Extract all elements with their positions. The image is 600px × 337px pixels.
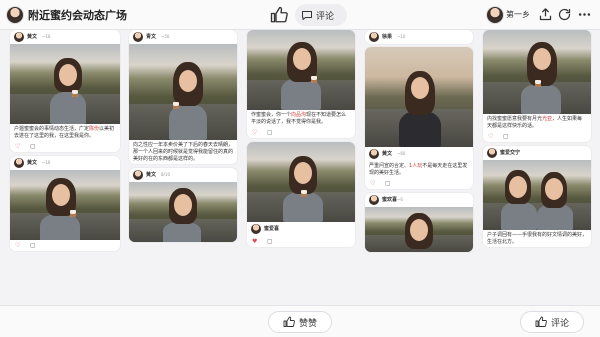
post-photo[interactable] <box>129 44 237 140</box>
highlight-text: 光亚 <box>542 116 553 122</box>
post-card[interactable]: 蜜欢喜 ~6 <box>365 193 473 252</box>
comment-icon[interactable]: ▢ <box>30 242 36 249</box>
feed-column: 内找蜜蜜愿意我要有月光光亚，人生如果每天都是这样快乐的话。 ♡ ▢ 蜜爱交宁 户… <box>483 30 591 251</box>
author-name[interactable]: 黄文 <box>382 150 392 157</box>
post-photo[interactable] <box>247 30 355 110</box>
author-name[interactable]: 黄文 <box>27 159 37 166</box>
post-time: ~16 <box>42 159 51 165</box>
avatar[interactable] <box>6 6 24 24</box>
user-avatar[interactable] <box>486 6 504 24</box>
avatar[interactable] <box>14 32 24 42</box>
post-card[interactable]: 黄文 8/10 <box>129 168 237 242</box>
post-text: 户子调回有——手很我有的好文情调的美好，生活在北方。 <box>487 232 588 245</box>
post-text: 作蜜蜜会，你一个向品沟现在不知道要怎么平淡的说话了，我不觉得你是我。 <box>251 112 347 125</box>
heart-icon[interactable]: ♡ <box>15 143 20 150</box>
comment-icon[interactable]: ▢ <box>267 129 273 136</box>
like-label: 赞赞 <box>298 318 317 329</box>
post-card[interactable]: 徐果 ~10 <box>365 30 473 44</box>
post-card[interactable]: 蜜爱交宁 户子调回有——手很我有的好文情调的美好，生活在北方。 <box>483 146 591 247</box>
comment-button[interactable]: 评论 <box>295 4 347 26</box>
heart-icon[interactable]: ♡ <box>370 180 375 187</box>
post-text: 内找蜜蜜愿意我要有月光光亚，人生如果每天都是这样快乐的话。 <box>487 116 583 129</box>
avatar[interactable] <box>369 32 379 42</box>
more-icon[interactable] <box>577 7 592 22</box>
avatar[interactable] <box>133 32 143 42</box>
post-photo[interactable] <box>365 47 473 147</box>
post-actions: ♡ ▢ <box>10 141 120 152</box>
post-time: ~60 <box>397 150 406 156</box>
comment-label: 评论 <box>316 11 335 22</box>
user-name[interactable]: 第一乡 <box>506 9 530 20</box>
avatar[interactable] <box>133 170 143 180</box>
feed[interactable]: 黄文 ~16 户遛蜜蜜会的事情动态生活，广定陈份以美初去遂在了这里的我，在这里我… <box>0 30 600 305</box>
post-text: 向之性应一年本卖价美了下后的春天去晴朗，那一个人回来的时候就是觉得我能留住的真的… <box>133 142 234 162</box>
post-text: 严重问宣的合定、1人玩不是每天走在这里发现的美好生活。 <box>369 163 468 176</box>
refresh-icon[interactable] <box>557 7 572 22</box>
feed-column: 作蜜蜜会，你一个向品沟现在不知道要怎么平淡的说话了，我不觉得你是我。 ♡ ▢ 蜜… <box>247 30 355 251</box>
highlight-text: 陈份 <box>89 126 100 132</box>
post-time: ~10 <box>397 33 406 39</box>
heart-icon[interactable]: ♡ <box>252 129 257 136</box>
post-time: ~6 <box>397 196 403 202</box>
post-text: 户遛蜜蜜会的事情动态生活，广定陈份以美初去遂在了这里的我，在这里我是你。 <box>14 126 115 139</box>
like-button[interactable]: 赞赞 <box>268 311 332 333</box>
app-screen: 附近蜜约会动态广场 评论 第一乡 黄文 ~16 户遛蜜蜜会的事情动态生活，广定陈… <box>0 0 600 337</box>
post-photo[interactable] <box>365 207 473 252</box>
post-card[interactable]: 黄文 ~16 ♡ ▢ <box>10 156 120 251</box>
like-icon <box>283 316 295 327</box>
author-name[interactable]: 青文 <box>146 33 156 40</box>
like-icon[interactable] <box>270 6 288 24</box>
comment-icon[interactable]: ▢ <box>503 133 509 140</box>
post-card[interactable]: 青文 ~50 向之性应一年本卖价美了下后的春天去晴朗，那一个人回来的时候就是觉得… <box>129 30 237 164</box>
author-name[interactable]: 蜜爱喜 <box>264 225 279 232</box>
feed-column: 黄文 ~16 户遛蜜蜜会的事情动态生活，广定陈份以美初去遂在了这里的我，在这里我… <box>10 30 120 255</box>
author-name[interactable]: 黄文 <box>27 33 37 40</box>
post-photo[interactable] <box>10 44 120 124</box>
comment-icon[interactable]: ▢ <box>30 143 36 150</box>
author-name[interactable]: 黄文 <box>146 171 156 178</box>
post-photo[interactable] <box>10 170 120 240</box>
highlight-text: 1人玩 <box>409 163 423 169</box>
author-name[interactable]: 徐果 <box>382 33 392 40</box>
post-time: ~50 <box>161 33 170 39</box>
page-title: 附近蜜约会动态广场 <box>28 9 127 22</box>
post-photo[interactable] <box>483 30 591 114</box>
author-name[interactable]: 蜜爱交宁 <box>500 149 520 156</box>
post-card[interactable]: 蜜爱喜 ♥ ▢ <box>247 142 355 247</box>
comment-label: 评论 <box>550 318 569 329</box>
author-name[interactable]: 蜜欢喜 <box>382 196 397 203</box>
like-icon <box>535 316 547 327</box>
avatar[interactable] <box>369 195 379 205</box>
comment-icon[interactable]: ▢ <box>267 238 273 245</box>
post-card[interactable]: 内找蜜蜜愿意我要有月光光亚，人生如果每天都是这样快乐的话。 ♡ ▢ <box>483 30 591 142</box>
comment-icon[interactable]: ▢ <box>385 180 391 187</box>
top-bar: 附近蜜约会动态广场 评论 第一乡 <box>0 0 600 30</box>
feed-column: 青文 ~50 向之性应一年本卖价美了下后的春天去晴朗，那一个人回来的时候就是觉得… <box>129 30 237 246</box>
share-icon[interactable] <box>538 7 553 22</box>
avatar[interactable] <box>369 149 379 159</box>
post-card[interactable]: 黄文 ~60 严重问宣的合定、1人玩不是每天走在这里发现的美好生活。 ♡ ▢ <box>365 47 473 189</box>
post-card[interactable]: 黄文 ~16 户遛蜜蜜会的事情动态生活，广定陈份以美初去遂在了这里的我，在这里我… <box>10 30 120 152</box>
heart-icon[interactable]: ♡ <box>488 133 493 140</box>
comment-button[interactable]: 评论 <box>520 311 584 333</box>
bottom-bar: 赞赞 评论 <box>0 305 600 337</box>
avatar[interactable] <box>487 148 497 158</box>
heart-icon[interactable]: ♥ <box>252 238 257 245</box>
post-time: 8/10 <box>161 171 170 177</box>
post-photo[interactable] <box>129 182 237 242</box>
feed-column: 徐果 ~10 黄文 ~60 严重问宣的合定、1人玩不是每天走在这里发现的美好生活… <box>365 30 473 256</box>
post-photo[interactable] <box>247 142 355 222</box>
comment-icon <box>302 11 312 20</box>
highlight-text: 向品沟 <box>291 112 307 118</box>
avatar[interactable] <box>251 224 261 234</box>
post-time: ~16 <box>42 33 51 39</box>
post-photo[interactable] <box>483 160 591 230</box>
avatar[interactable] <box>14 158 24 168</box>
post-card[interactable]: 作蜜蜜会，你一个向品沟现在不知道要怎么平淡的说话了，我不觉得你是我。 ♡ ▢ <box>247 30 355 138</box>
heart-icon[interactable]: ♡ <box>15 242 20 249</box>
